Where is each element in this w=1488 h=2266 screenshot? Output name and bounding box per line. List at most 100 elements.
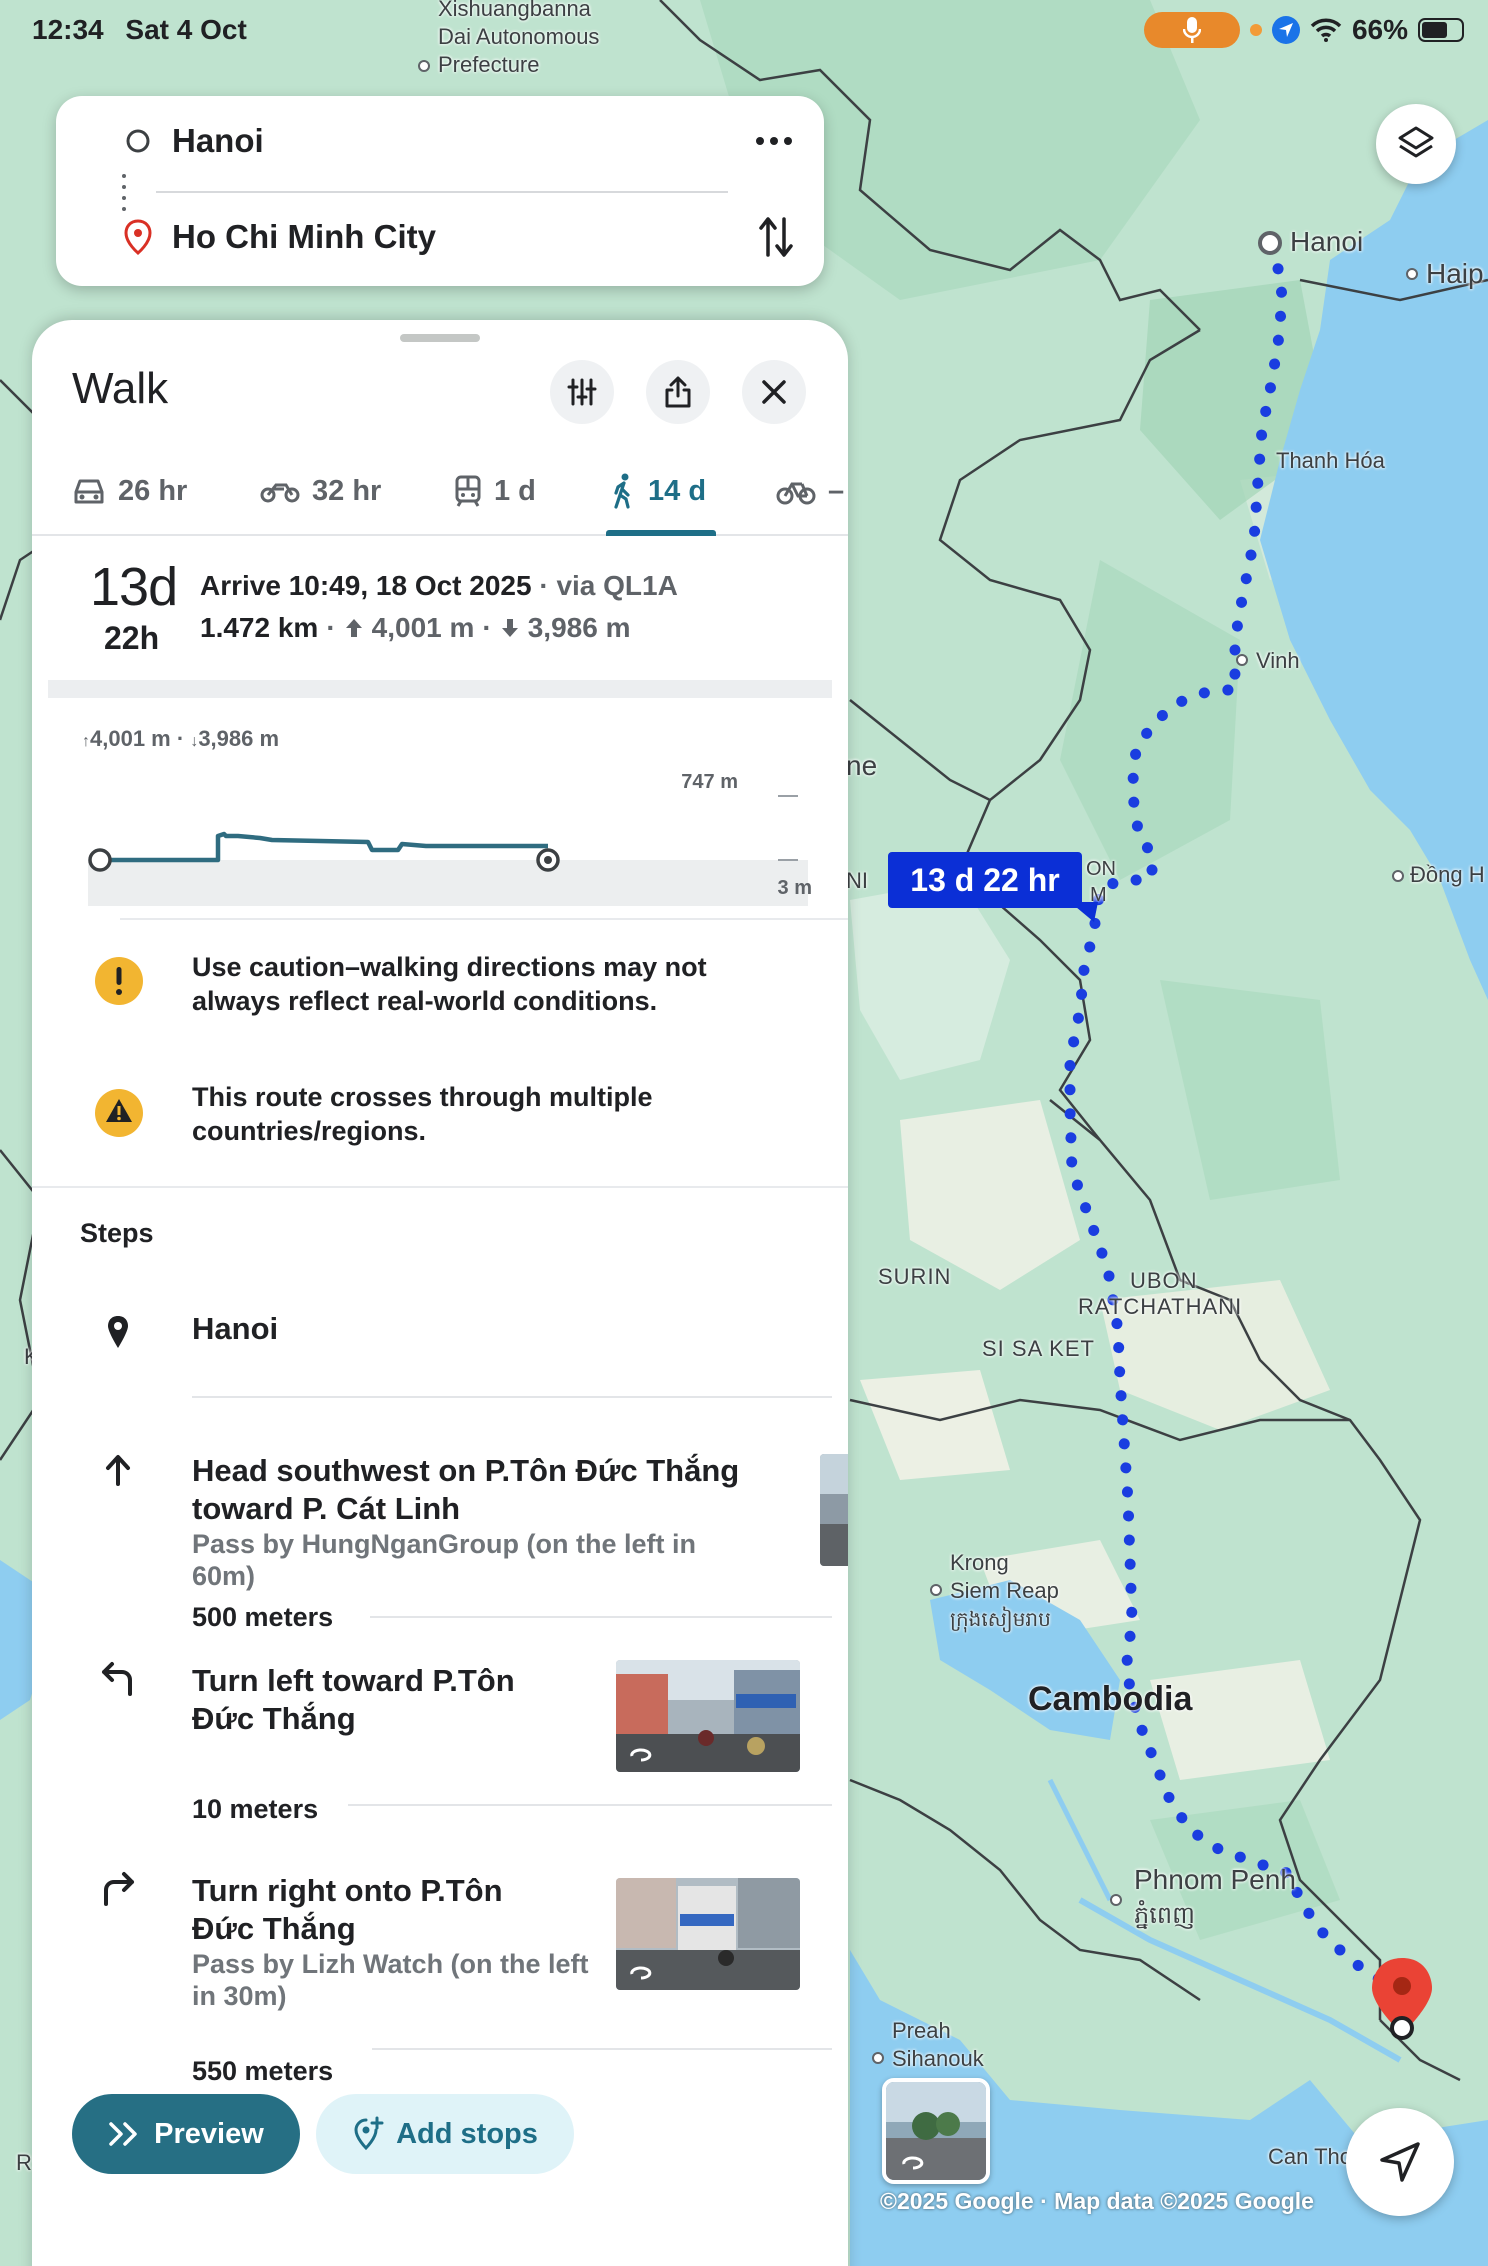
- car-icon: [74, 479, 104, 504]
- layers-icon: [1398, 126, 1434, 158]
- mic-active-icon: [1143, 12, 1240, 48]
- route-stats: 1.472 km · 4,001 m · 3,986 m: [200, 612, 630, 644]
- step-head-southwest[interactable]: Head southwest on P.Tôn Đức Thắng toward…: [32, 1430, 848, 1632]
- tab-label: 32 hr: [312, 474, 382, 507]
- map-dot: [1110, 1894, 1122, 1906]
- bike-icon: [776, 482, 816, 505]
- map-label: ក្រុងសៀមរាប: [950, 1609, 1051, 1631]
- elevation-down: 3,986 m: [198, 726, 280, 751]
- pin-icon: [108, 1316, 128, 1348]
- origin-field[interactable]: Hanoi: [56, 106, 824, 176]
- step-turn-left[interactable]: Turn left toward P.Tôn Đức Thắng 10 mete…: [32, 1640, 848, 1840]
- street-view-thumbnail[interactable]: [820, 1454, 848, 1566]
- map-label: Xishuangbanna: [438, 0, 591, 21]
- layers-button[interactable]: [1376, 104, 1456, 184]
- map-label[interactable]: Phnom Penh: [1134, 1864, 1296, 1896]
- via-road: · via QL1A: [539, 570, 678, 601]
- route-summary[interactable]: 13d 22h Arrive 10:49, 18 Oct 2025 · via …: [32, 536, 848, 676]
- street-view-thumbnail[interactable]: [616, 1660, 800, 1772]
- steps-heading: Steps: [80, 1218, 154, 1248]
- my-location-button[interactable]: [1346, 2108, 1454, 2216]
- elevation-chart[interactable]: 747 m 3 m: [78, 760, 818, 910]
- navigation-arrow-icon: [1380, 2142, 1420, 2182]
- map-label[interactable]: Haip: [1426, 258, 1484, 290]
- map-dot: [930, 1584, 942, 1596]
- section-band: [48, 680, 832, 698]
- tab-drive[interactable]: 26 hr: [72, 462, 187, 520]
- elevation-baseline-band: [88, 860, 808, 906]
- preview-button[interactable]: Preview: [72, 2094, 300, 2174]
- map-label[interactable]: Thanh Hóa: [1276, 448, 1385, 474]
- motorbike-icon: [260, 483, 300, 503]
- arrow-up-icon: [345, 619, 362, 637]
- panel-drag-handle[interactable]: [400, 334, 480, 342]
- destination-text: Ho Chi Minh City: [172, 218, 436, 255]
- directions-panel: Walk 26 hr 32 hr 1 d 14 d – 13d 22h Arri…: [32, 320, 848, 2266]
- street-view-image: [886, 2082, 986, 2180]
- street-view-thumbnail[interactable]: [616, 1878, 800, 1990]
- tab-bike[interactable]: –: [776, 462, 844, 520]
- tab-walk[interactable]: 14 d: [610, 462, 706, 520]
- destination-pin-icon: [124, 219, 152, 255]
- route-duration-badge[interactable]: 13 d 22 hr: [888, 852, 1082, 908]
- step-distance: 500 meters: [192, 1602, 334, 1632]
- map-label: NI: [846, 868, 868, 893]
- up-arrow-icon: ↑: [82, 733, 90, 750]
- close-button[interactable]: [742, 360, 806, 424]
- travel-mode-tabs: 26 hr 32 hr 1 d 14 d –: [32, 448, 848, 536]
- tab-label: 26 hr: [118, 474, 188, 507]
- map-label-hanoi[interactable]: Hanoi: [1290, 226, 1363, 258]
- map-label: Krong: [950, 1550, 1009, 1575]
- divider: [32, 1186, 848, 1188]
- map-label[interactable]: Siem Reap: [950, 1578, 1059, 1604]
- more-horizontal-icon[interactable]: [754, 135, 794, 147]
- map-label[interactable]: Vinh: [1256, 648, 1300, 674]
- share-icon: [665, 376, 691, 408]
- map-label[interactable]: RATCHATHANI: [1078, 1294, 1242, 1320]
- map-label[interactable]: Đồng H: [1410, 862, 1485, 888]
- street-view-thumbnail[interactable]: [882, 2078, 990, 2184]
- turn-left-icon: [102, 1662, 132, 1696]
- bottom-action-bar: Preview Add stops: [32, 2094, 848, 2204]
- route-options-button[interactable]: [550, 360, 614, 424]
- arrow-down-icon: [501, 619, 518, 637]
- warning-icon: [95, 1089, 143, 1137]
- tab-motorbike[interactable]: 32 hr: [260, 462, 381, 520]
- map-dot: [1392, 870, 1404, 882]
- add-stops-button[interactable]: Add stops: [316, 2094, 574, 2174]
- separator: ·: [482, 612, 492, 643]
- step-divider: [192, 1396, 832, 1398]
- step-divider: [348, 1804, 832, 1806]
- map-label[interactable]: SI SA KET: [982, 1336, 1095, 1362]
- map-label[interactable]: Can Tho: [1268, 2144, 1352, 2170]
- map-label[interactable]: SURIN: [878, 1264, 951, 1290]
- elevation-min-label: 3 m: [778, 877, 812, 899]
- step-divider: [370, 1616, 832, 1618]
- status-time: 12:34 Sat 4 Oct: [32, 14, 247, 46]
- arrival-info: Arrive 10:49, 18 Oct 2025 · via QL1A: [200, 570, 678, 602]
- map-dot: [1236, 654, 1248, 666]
- swap-vertical-icon[interactable]: [758, 215, 794, 259]
- step-title: Turn right onto P.Tôn Đức Thắng: [192, 1873, 503, 1946]
- share-button[interactable]: [646, 360, 710, 424]
- destination-field[interactable]: Ho Chi Minh City: [56, 202, 824, 272]
- battery-percent: 66%: [1351, 14, 1408, 45]
- map-label[interactable]: Sihanouk: [892, 2046, 984, 2072]
- step-start[interactable]: Hanoi: [32, 1310, 848, 1420]
- map-label[interactable]: UBON: [1130, 1268, 1198, 1294]
- street-image: [820, 1454, 848, 1566]
- elevation-max-label: 747 m: [681, 771, 738, 793]
- transit-icon: [455, 475, 481, 507]
- origin-circle-icon: [126, 129, 150, 153]
- add-location-icon: [354, 2116, 384, 2151]
- map-label: R: [16, 2150, 32, 2175]
- step-title: Hanoi: [192, 1311, 279, 1346]
- step-turn-right[interactable]: Turn right onto P.Tôn Đức Thắng Pass by …: [32, 1850, 848, 2086]
- map-label-country[interactable]: Cambodia: [1028, 1680, 1192, 1719]
- tab-transit[interactable]: 1 d: [454, 462, 536, 520]
- map-label: ON: [1086, 858, 1116, 880]
- ascent-value: 4,001 m: [371, 612, 475, 643]
- descent-value: 3,986 m: [527, 612, 631, 643]
- arrow-up-icon: [106, 1455, 130, 1486]
- add-stops-label: Add stops: [396, 2117, 538, 2150]
